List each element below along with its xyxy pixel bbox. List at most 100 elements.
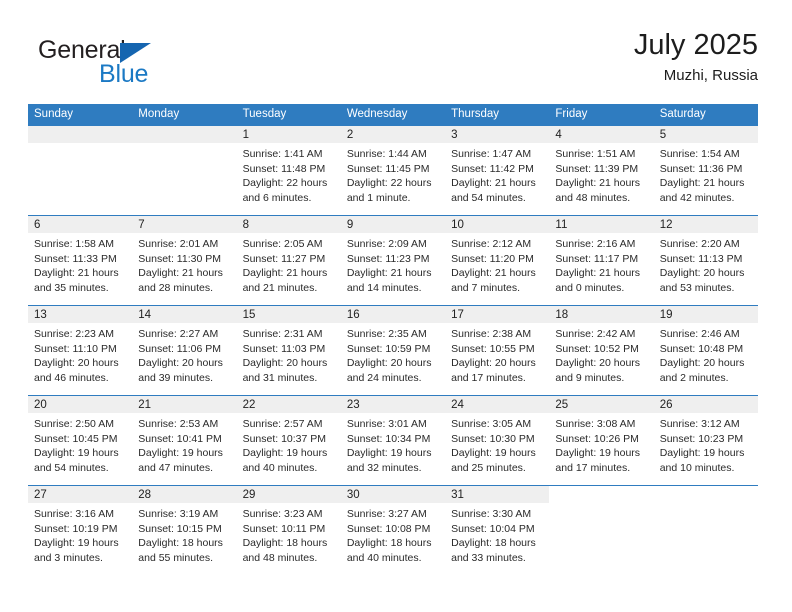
day-number [28, 126, 133, 143]
day-detail-daylight1: Daylight: 19 hours [346, 447, 432, 459]
day-number: 8 [236, 216, 341, 233]
calendar-day-cell[interactable]: 18 Sunrise: 2:42 AM Sunset: 10:52 PM Daylig… [549, 305, 654, 396]
calendar-day-cell[interactable]: 15 Sunrise: 2:31 AM Sunset: 11:03 PM Daylig… [236, 305, 341, 396]
day-details: Sunrise: 2:38 AM Sunset: 10:55 PM Daylight… [445, 323, 549, 385]
day-detail-sunset: Sunset: 11:33 PM [34, 252, 117, 265]
day-detail-sunset: Sunset: 11:13 PM [659, 252, 743, 265]
calendar-day-cell[interactable]: 29 Sunrise: 3:23 AM Sunset: 10:11 PM Daylig… [236, 485, 341, 575]
calendar-day-cell[interactable]: 6 Sunrise: 1:58 AM Sunset: 11:33 PM Dayligh… [28, 215, 133, 306]
general-blue-logo[interactable]: General Blue [38, 36, 268, 92]
calendar-day-cell[interactable]: 24 Sunrise: 3:05 AM Sunset: 10:30 PM Daylig… [445, 395, 550, 486]
day-detail-daylight1: Daylight: 19 hours [138, 447, 223, 459]
day-detail-daylight1: Daylight: 21 hours [451, 267, 536, 279]
day-detail-daylight1: Daylight: 19 hours [34, 537, 119, 549]
day-number: 4 [549, 126, 654, 143]
day-detail-daylight1: Daylight: 20 hours [555, 357, 641, 369]
day-detail-sunset: Sunset: 11:30 PM [138, 252, 221, 265]
day-number: 25 [549, 396, 654, 413]
day-details: Sunrise: 2:46 AM Sunset: 10:48 PM Daylight… [654, 323, 758, 385]
calendar-day-cell[interactable]: 12 Sunrise: 2:20 AM Sunset: 11:13 PM Daylig… [653, 215, 758, 306]
calendar-day-cell[interactable]: 21 Sunrise: 2:53 AM Sunset: 10:41 PM Daylig… [132, 395, 237, 486]
calendar-day-cell[interactable]: 13 Sunrise: 2:23 AM Sunset: 11:10 PM Daylig… [28, 305, 133, 396]
day-detail-sunrise: Sunrise: 1:47 AM [451, 148, 532, 160]
calendar-day-cell[interactable]: 2 Sunrise: 1:44 AM Sunset: 11:45 PM Dayligh… [340, 125, 446, 216]
calendar-day-cell[interactable]: 31 Sunrise: 3:30 AM Sunset: 10:04 PM Daylig… [445, 485, 550, 575]
day-details: Sunrise: 2:01 AM Sunset: 11:30 PM Daylight… [132, 233, 236, 295]
day-detail-daylight2: and 7 minutes. [451, 281, 521, 294]
day-detail-sunrise: Sunrise: 2:35 AM [346, 328, 427, 340]
day-cell-30: 30 Sunrise: 3:27 AM Sunset: 10:08 PM Daylig… [340, 486, 446, 575]
day-details: Sunrise: 2:23 AM Sunset: 11:10 PM Daylight… [28, 323, 132, 385]
day-cell-8: 8 Sunrise: 2:05 AM Sunset: 11:27 PM Dayligh… [236, 216, 341, 305]
day-detail-sunset: Sunset: 10:23 PM [659, 432, 744, 445]
day-details: Sunrise: 2:31 AM Sunset: 11:03 PM Daylight… [237, 323, 341, 385]
day-detail-sunset: Sunset: 10:08 PM [346, 522, 431, 535]
calendar-week-row: 20 Sunrise: 2:50 AM Sunset: 10:45 PM Daylig… [28, 395, 758, 486]
day-detail-daylight2: and 47 minutes. [138, 461, 213, 474]
day-detail-daylight1: Daylight: 19 hours [242, 447, 328, 459]
day-detail-sunset: Sunset: 10:41 PM [138, 432, 222, 445]
calendar-day-cell[interactable]: 17 Sunrise: 2:38 AM Sunset: 10:55 PM Daylig… [445, 305, 550, 396]
calendar-day-cell[interactable] [653, 485, 758, 575]
day-detail-sunset: Sunset: 10:45 PM [34, 432, 118, 445]
day-detail-daylight2: and 9 minutes. [555, 371, 625, 384]
calendar-day-cell[interactable]: 22 Sunrise: 2:57 AM Sunset: 10:37 PM Daylig… [236, 395, 341, 486]
day-cell-19: 19 Sunrise: 2:46 AM Sunset: 10:48 PM Daylig… [653, 306, 758, 395]
day-detail-daylight1: Daylight: 19 hours [451, 447, 536, 459]
day-cell-10: 10 Sunrise: 2:12 AM Sunset: 11:20 PM Daylig… [445, 216, 550, 305]
day-cell-3: 3 Sunrise: 1:47 AM Sunset: 11:42 PM Dayligh… [445, 126, 550, 215]
calendar-day-cell[interactable]: 23 Sunrise: 3:01 AM Sunset: 10:34 PM Daylig… [340, 395, 446, 486]
day-detail-sunset: Sunset: 10:55 PM [451, 342, 535, 355]
calendar-day-cell[interactable]: 11 Sunrise: 2:16 AM Sunset: 11:17 PM Daylig… [549, 215, 654, 306]
day-detail-daylight2: and 35 minutes. [34, 281, 109, 294]
weekday-header-thursday: Thursday [445, 104, 550, 126]
day-detail-daylight2: and 21 minutes. [242, 281, 318, 294]
calendar-day-cell[interactable]: 19 Sunrise: 2:46 AM Sunset: 10:48 PM Daylig… [653, 305, 758, 396]
calendar-day-cell[interactable]: 25 Sunrise: 3:08 AM Sunset: 10:26 PM Daylig… [549, 395, 654, 486]
calendar-day-cell[interactable]: 27 Sunrise: 3:16 AM Sunset: 10:19 PM Daylig… [28, 485, 133, 575]
calendar-day-cell[interactable]: 28 Sunrise: 3:19 AM Sunset: 10:15 PM Daylig… [132, 485, 237, 575]
day-detail-sunset: Sunset: 11:27 PM [242, 252, 326, 265]
calendar-day-cell[interactable]: 16 Sunrise: 2:35 AM Sunset: 10:59 PM Daylig… [340, 305, 446, 396]
calendar-day-cell[interactable]: 4 Sunrise: 1:51 AM Sunset: 11:39 PM Dayligh… [549, 125, 654, 216]
calendar-day-cell[interactable]: 14 Sunrise: 2:27 AM Sunset: 11:06 PM Daylig… [132, 305, 237, 396]
calendar-day-cell[interactable]: 10 Sunrise: 2:12 AM Sunset: 11:20 PM Daylig… [445, 215, 550, 306]
page-subtitle: Muzhi, Russia [663, 67, 758, 84]
calendar-day-cell[interactable] [28, 125, 133, 216]
day-detail-sunset: Sunset: 11:36 PM [659, 162, 743, 175]
day-cell-28: 28 Sunrise: 3:19 AM Sunset: 10:15 PM Daylig… [132, 486, 237, 575]
day-detail-sunset: Sunset: 10:48 PM [659, 342, 744, 355]
calendar-day-cell[interactable]: 30 Sunrise: 3:27 AM Sunset: 10:08 PM Daylig… [340, 485, 446, 575]
calendar-day-cell[interactable]: 8 Sunrise: 2:05 AM Sunset: 11:27 PM Dayligh… [236, 215, 341, 306]
calendar-day-cell[interactable]: 1 Sunrise: 1:41 AM Sunset: 11:48 PM Dayligh… [236, 125, 341, 216]
calendar-day-cell[interactable]: 3 Sunrise: 1:47 AM Sunset: 11:42 PM Dayligh… [445, 125, 550, 216]
day-detail-sunset: Sunset: 11:10 PM [34, 342, 117, 355]
day-detail-sunrise: Sunrise: 2:20 AM [659, 238, 740, 250]
day-number: 20 [28, 396, 133, 413]
day-details: Sunrise: 3:19 AM Sunset: 10:15 PM Daylight… [132, 503, 236, 565]
day-detail-daylight2: and 32 minutes. [346, 461, 422, 474]
calendar-day-cell[interactable]: 5 Sunrise: 1:54 AM Sunset: 11:36 PM Dayligh… [653, 125, 758, 216]
day-detail-daylight2: and 53 minutes. [659, 281, 735, 294]
calendar-day-cell[interactable]: 20 Sunrise: 2:50 AM Sunset: 10:45 PM Daylig… [28, 395, 133, 486]
day-detail-sunset: Sunset: 11:20 PM [451, 252, 534, 265]
day-detail-sunrise: Sunrise: 1:58 AM [34, 238, 114, 250]
day-number: 19 [653, 306, 758, 323]
day-number: 17 [445, 306, 550, 323]
calendar-day-cell[interactable]: 7 Sunrise: 2:01 AM Sunset: 11:30 PM Dayligh… [132, 215, 237, 306]
day-number: 6 [28, 216, 133, 233]
day-detail-sunrise: Sunrise: 2:01 AM [138, 238, 219, 250]
day-details: Sunrise: 3:01 AM Sunset: 10:34 PM Daylight… [341, 413, 445, 475]
calendar-day-cell[interactable] [132, 125, 237, 216]
calendar-day-cell[interactable]: 9 Sunrise: 2:09 AM Sunset: 11:23 PM Dayligh… [340, 215, 446, 306]
calendar-day-cell[interactable] [549, 485, 654, 575]
day-cell-empty [132, 126, 237, 215]
calendar-day-cell[interactable]: 26 Sunrise: 3:12 AM Sunset: 10:23 PM Daylig… [653, 395, 758, 486]
day-cell-15: 15 Sunrise: 2:31 AM Sunset: 11:03 PM Daylig… [236, 306, 341, 395]
day-detail-sunrise: Sunrise: 3:05 AM [451, 418, 532, 430]
day-detail-daylight1: Daylight: 18 hours [138, 537, 223, 549]
day-details: Sunrise: 1:51 AM Sunset: 11:39 PM Daylight… [549, 143, 653, 205]
day-detail-daylight1: Daylight: 22 hours [346, 177, 432, 189]
day-number: 13 [28, 306, 133, 323]
day-detail-daylight1: Daylight: 21 hours [451, 177, 536, 189]
